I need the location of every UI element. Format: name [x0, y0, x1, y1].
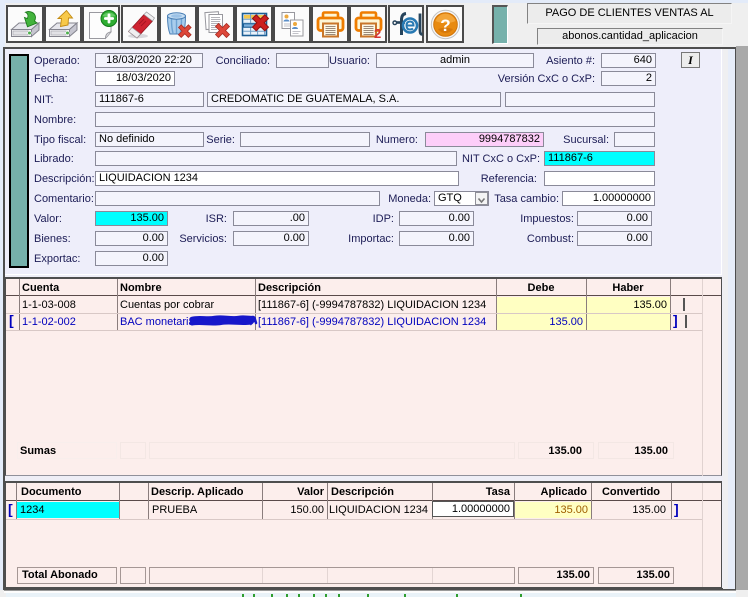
svg-text:2: 2: [374, 26, 381, 40]
svg-text:?: ?: [440, 16, 450, 35]
